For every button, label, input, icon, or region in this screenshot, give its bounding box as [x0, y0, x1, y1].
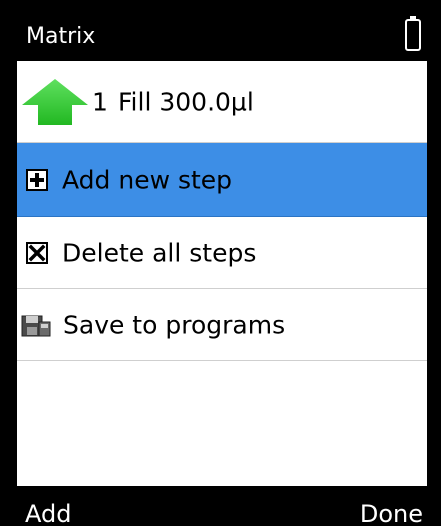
menu-item-label: Add new step — [62, 165, 233, 194]
green-up-arrow-icon — [22, 78, 88, 125]
menu-item-save-to-programs[interactable]: Save to programs — [17, 289, 427, 361]
menu-item-delete-all-steps[interactable]: Delete all steps — [17, 217, 427, 289]
step-number: 1 — [92, 87, 108, 116]
done-softkey[interactable]: Done — [360, 500, 423, 526]
save-disk-icon — [21, 315, 51, 336]
title-bar: Matrix — [17, 15, 427, 61]
plus-box-icon — [26, 168, 48, 191]
menu-item-label: Delete all steps — [62, 238, 257, 267]
softkey-bar: Add Done — [17, 486, 427, 526]
menu-item-add-new-step[interactable]: Add new step — [17, 143, 427, 217]
x-box-icon — [26, 241, 48, 264]
step-row-1[interactable]: 1 Fill 300.0µl — [17, 61, 427, 143]
device-screen: Matrix 1 Fill 300.0µl Add new step Delet… — [17, 15, 427, 526]
screen-title: Matrix — [26, 24, 96, 49]
battery-icon — [405, 16, 421, 51]
menu-item-label: Save to programs — [63, 310, 286, 339]
add-softkey[interactable]: Add — [25, 500, 71, 526]
step-text: Fill 300.0µl — [118, 87, 254, 116]
